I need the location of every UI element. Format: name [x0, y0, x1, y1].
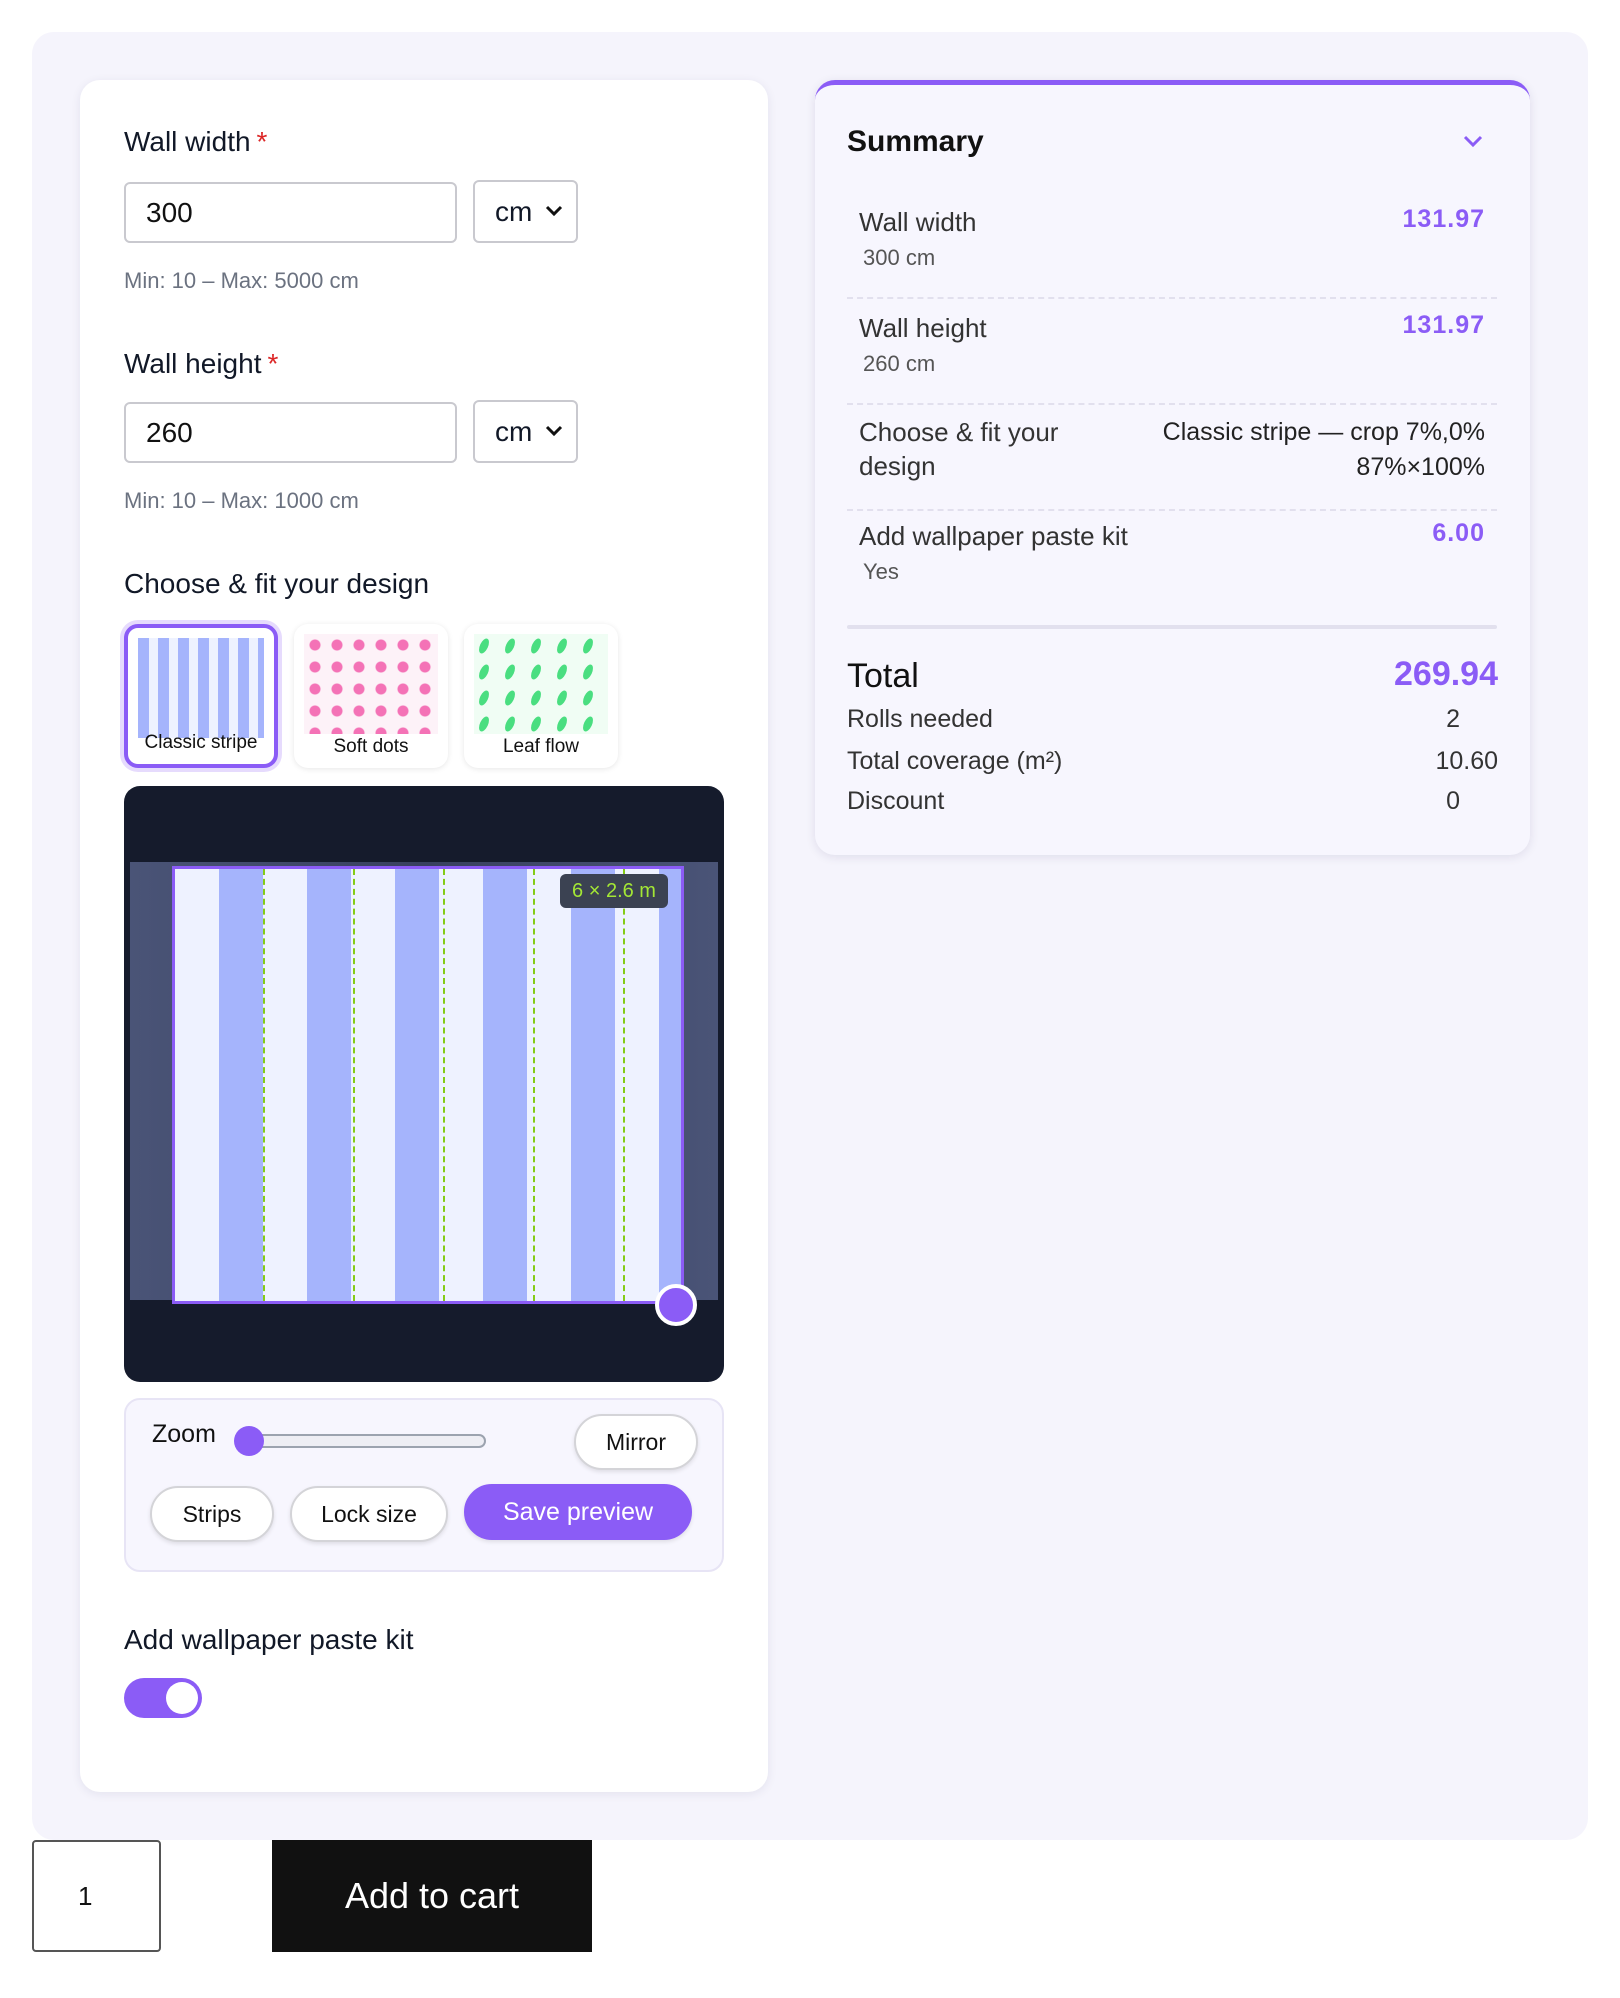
leaf-pattern-thumbnail — [474, 634, 608, 734]
row-name: Wall width — [859, 207, 977, 237]
row-price: 131.97 — [1402, 311, 1485, 339]
chevron-down-icon — [545, 425, 563, 437]
wall-preview-canvas[interactable]: 6 × 2.6 m — [124, 786, 724, 1382]
row-sub: 300 cm — [863, 245, 936, 270]
total-coverage-value: 10.60 — [1435, 747, 1498, 775]
lock-size-button[interactable]: Lock size — [290, 1486, 448, 1542]
zoom-slider-thumb[interactable] — [234, 1426, 264, 1456]
wall-height-label: Wall height * — [124, 348, 279, 379]
row-price: 131.97 — [1402, 205, 1485, 233]
design-section-title: Choose & fit your design — [124, 568, 430, 599]
row-name: Choose & fit your design — [859, 417, 1059, 481]
mirror-button[interactable]: Mirror — [574, 1414, 698, 1470]
save-preview-button[interactable]: Save preview — [464, 1484, 692, 1540]
wall-width-hint: Min: 10 – Max: 5000 cm — [124, 268, 359, 293]
strip-seam — [443, 869, 445, 1301]
add-to-cart-button[interactable]: Add to cart — [272, 1840, 592, 1952]
summary-row-design: Choose & fit your design Classic stripe … — [847, 415, 1497, 511]
strip-seam — [623, 869, 625, 1301]
summary-row-paste-kit: Add wallpaper paste kit Yes 6.00 — [847, 519, 1497, 609]
required-mark: * — [267, 348, 279, 379]
zoom-slider[interactable] — [236, 1434, 486, 1448]
options-card: Wall width * 300 cm Min: 10 – Max: 5000 c… — [80, 80, 768, 1792]
wall-width-label: Wall width * — [124, 126, 268, 157]
preview-controls: Zoom Mirror Strips Lock size Save previe… — [124, 1398, 724, 1572]
design-option-label: Leaf flow — [502, 736, 580, 757]
discount-label: Discount — [847, 787, 945, 815]
wall-height-unit-select[interactable]: cm — [473, 400, 578, 463]
wall-height-input[interactable]: 260 — [124, 402, 457, 463]
unit-value: cm — [495, 416, 533, 447]
row-value-line-2: 87%×100% — [1356, 453, 1485, 481]
total-label: Total — [847, 657, 919, 695]
toggle-knob — [166, 1682, 198, 1714]
rolls-needed-label: Rolls needed — [847, 705, 993, 733]
strip-seam — [353, 869, 355, 1301]
stripe-pattern-thumbnail — [138, 638, 264, 738]
quantity-input[interactable]: 1 — [32, 1840, 161, 1952]
summary-title: Summary — [847, 125, 984, 158]
dots-pattern-thumbnail — [304, 634, 438, 734]
wall-height-hint: Min: 10 – Max: 1000 cm — [124, 488, 359, 513]
resize-handle[interactable] — [655, 1284, 697, 1326]
strip-seam — [533, 869, 535, 1301]
strip-seam — [263, 869, 265, 1301]
chevron-down-icon — [545, 205, 563, 217]
row-name: Wall height — [859, 313, 987, 343]
design-option-label: Soft dots — [333, 736, 409, 757]
row-value-line-1: Classic stripe — crop 7%,0% — [1162, 418, 1485, 446]
chevron-down-icon[interactable] — [1462, 133, 1484, 149]
row-name: Add wallpaper paste kit — [859, 521, 1128, 551]
total-coverage-label: Total coverage (m²) — [847, 747, 1063, 775]
strips-button[interactable]: Strips — [150, 1486, 274, 1542]
wall-width-input[interactable]: 300 — [124, 182, 457, 243]
paste-kit-toggle[interactable] — [124, 1678, 202, 1718]
design-option-label: Classic stripe — [144, 732, 258, 753]
design-option-leaf-flow[interactable]: Leaf flow — [464, 624, 618, 768]
total-divider — [847, 625, 1497, 629]
dimension-badge: 6 × 2.6 m — [560, 874, 668, 908]
row-value: Classic stripe — crop 7%,0% 87%×100% — [1163, 415, 1485, 485]
design-option-soft-dots[interactable]: Soft dots — [294, 624, 448, 768]
row-price: 6.00 — [1432, 519, 1485, 547]
zoom-label: Zoom — [152, 1420, 216, 1448]
design-option-classic-stripe[interactable]: Classic stripe — [124, 624, 278, 768]
unit-value: cm — [495, 196, 533, 227]
discount-value: 0 — [1446, 787, 1460, 815]
rolls-needed-value: 2 — [1446, 705, 1460, 733]
required-mark: * — [256, 126, 268, 157]
design-crop-frame[interactable] — [172, 866, 684, 1304]
wall-width-unit-select[interactable]: cm — [473, 180, 578, 243]
row-sub: 260 cm — [863, 351, 936, 376]
summary-panel: Summary Wall width 300 cm 131.97 Wall he… — [815, 80, 1530, 855]
summary-row-wall-height: Wall height 260 cm 131.97 — [847, 311, 1497, 405]
paste-kit-title: Add wallpaper paste kit — [124, 1624, 414, 1655]
total-value: 269.94 — [1394, 655, 1498, 693]
row-sub: Yes — [863, 559, 899, 584]
summary-row-wall-width: Wall width 300 cm 131.97 — [847, 205, 1497, 299]
